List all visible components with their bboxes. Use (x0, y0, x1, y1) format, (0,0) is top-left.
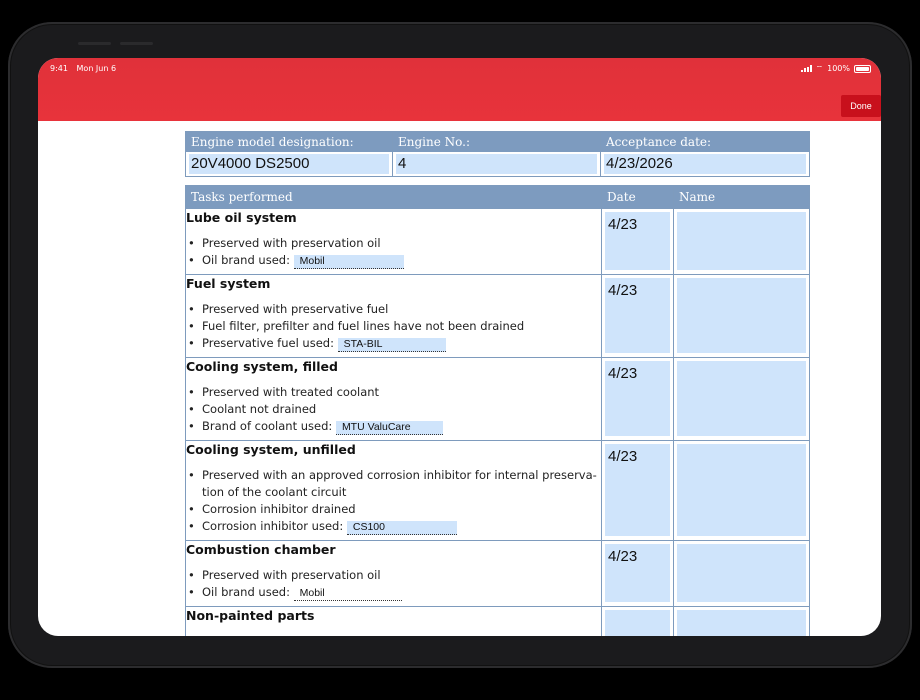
name-cell (673, 606, 810, 636)
task-bullet: Brand of coolant used: MTU ValuCare (186, 418, 601, 435)
task-bullet: Oil brand used: Mobil (186, 584, 601, 601)
acceptance-date-label: Acceptance date: (601, 132, 809, 152)
table-row: Combustion chamber Preserved with preser… (185, 540, 810, 607)
battery-percent: 100% (827, 64, 850, 73)
engine-no-field[interactable]: 4 (396, 154, 597, 174)
name-field[interactable] (677, 278, 806, 353)
name-cell (673, 540, 810, 607)
acceptance-date-field[interactable]: 4/23/2026 (604, 154, 806, 174)
task-cell: Lube oil system Preserved with preservat… (185, 208, 602, 275)
battery-icon (854, 64, 871, 73)
corrosion-inhibitor-field[interactable]: CS100 (346, 521, 457, 535)
task-bullet-text: Brand of coolant used: (202, 419, 336, 433)
task-title: Lube oil system (186, 210, 297, 225)
tasks-table: Tasks performed Date Name Lube oil syste… (185, 185, 810, 636)
task-bullets: Preserved with treated coolant Coolant n… (186, 384, 601, 435)
name-field[interactable] (677, 361, 806, 436)
status-time: 9:41 (50, 64, 68, 73)
table-row: Cooling system, unfilled Preserved with … (185, 440, 810, 541)
date-field[interactable]: 4/23 (605, 444, 670, 536)
coolant-brand-field[interactable]: MTU ValuCare (335, 421, 443, 435)
engine-header-table: Engine model designation: 20V4000 DS2500… (185, 131, 810, 177)
task-bullet: Preserved with an approved corrosion inh… (186, 467, 601, 501)
date-cell (601, 606, 674, 636)
table-row: Fuel system Preserved with preservative … (185, 274, 810, 358)
engine-no-cell: Engine No.: 4 (392, 131, 601, 177)
date-cell: 4/23 (601, 440, 674, 541)
task-cell: Non-painted parts (185, 606, 602, 636)
date-cell: 4/23 (601, 540, 674, 607)
wifi-icon: ⌔ (815, 63, 824, 73)
task-bullets: Preserved with preservation oil Oil bran… (186, 235, 601, 269)
table-row: Cooling system, filled Preserved with tr… (185, 357, 810, 441)
date-field[interactable]: 4/23 (605, 361, 670, 436)
task-bullet: Oil brand used: Mobil (186, 252, 601, 269)
task-bullet: Corrosion inhibitor used: CS100 (186, 518, 601, 535)
task-title: Cooling system, filled (186, 359, 338, 374)
task-bullet: Corrosion inhibitor drained (186, 501, 601, 518)
preservative-fuel-field[interactable]: STA-BIL (337, 338, 446, 352)
name-field[interactable] (677, 444, 806, 536)
name-field[interactable] (677, 212, 806, 270)
task-bullet-text: Oil brand used: (202, 585, 294, 599)
task-cell: Fuel system Preserved with preservative … (185, 274, 602, 358)
engine-no-label: Engine No.: (393, 132, 600, 152)
preservation-form: Engine model designation: 20V4000 DS2500… (185, 131, 810, 636)
engine-model-cell: Engine model designation: 20V4000 DS2500 (185, 131, 393, 177)
name-cell (673, 208, 810, 275)
task-title: Fuel system (186, 276, 271, 291)
volume-button (120, 42, 153, 45)
date-field[interactable] (605, 610, 670, 636)
task-bullet: Preservative fuel used: STA-BIL (186, 335, 601, 352)
status-left: 9:41 Mon Jun 6 (50, 64, 116, 73)
volume-button (78, 42, 111, 45)
table-row: Non-painted parts (185, 606, 810, 636)
name-cell (673, 274, 810, 358)
task-title: Non-painted parts (186, 608, 315, 623)
date-cell: 4/23 (601, 274, 674, 358)
task-bullet: Coolant not drained (186, 401, 601, 418)
name-cell (673, 440, 810, 541)
status-date: Mon Jun 6 (76, 64, 117, 73)
cellular-signal-icon (800, 65, 812, 72)
engine-model-label: Engine model designation: (186, 132, 392, 152)
task-bullet: Preserved with preservation oil (186, 235, 601, 252)
date-column-header: Date (601, 185, 674, 209)
task-bullet: Preserved with treated coolant (186, 384, 601, 401)
task-bullet-text: Oil brand used: (202, 253, 294, 267)
status-right: ⌔ 100% (800, 63, 871, 73)
engine-model-field[interactable]: 20V4000 DS2500 (189, 154, 389, 174)
task-title: Cooling system, unfilled (186, 442, 356, 457)
combustion-oil-brand-field[interactable]: Mobil (293, 587, 402, 601)
task-bullets: Preserved with preservation oil Oil bran… (186, 567, 601, 601)
task-cell: Cooling system, unfilled Preserved with … (185, 440, 602, 541)
date-field[interactable]: 4/23 (605, 544, 670, 602)
name-field[interactable] (677, 544, 806, 602)
task-bullets: Preserved with an approved corrosion inh… (186, 467, 601, 535)
date-field[interactable]: 4/23 (605, 278, 670, 353)
task-bullet-text: Corrosion inhibitor used: (202, 519, 347, 533)
name-field[interactable] (677, 610, 806, 636)
top-bar: 9:41 Mon Jun 6 ⌔ 100% Done (38, 58, 881, 121)
task-bullets: Preserved with preservative fuel Fuel fi… (186, 301, 601, 352)
task-cell: Cooling system, filled Preserved with tr… (185, 357, 602, 441)
task-bullet-text: Preservative fuel used: (202, 336, 338, 350)
table-row: Lube oil system Preserved with preservat… (185, 208, 810, 275)
screen: 9:41 Mon Jun 6 ⌔ 100% Done Engine model … (38, 58, 881, 636)
done-button[interactable]: Done (841, 95, 881, 117)
acceptance-date-cell: Acceptance date: 4/23/2026 (600, 131, 810, 177)
tasks-column-header: Tasks performed (185, 185, 602, 209)
task-bullet: Fuel filter, prefilter and fuel lines ha… (186, 318, 601, 335)
date-cell: 4/23 (601, 357, 674, 441)
name-cell (673, 357, 810, 441)
task-cell: Combustion chamber Preserved with preser… (185, 540, 602, 607)
task-bullet: Preserved with preservation oil (186, 567, 601, 584)
task-bullet: Preserved with preservative fuel (186, 301, 601, 318)
task-title: Combustion chamber (186, 542, 336, 557)
date-cell: 4/23 (601, 208, 674, 275)
name-column-header: Name (673, 185, 810, 209)
oil-brand-field[interactable]: Mobil (293, 255, 404, 269)
date-field[interactable]: 4/23 (605, 212, 670, 270)
